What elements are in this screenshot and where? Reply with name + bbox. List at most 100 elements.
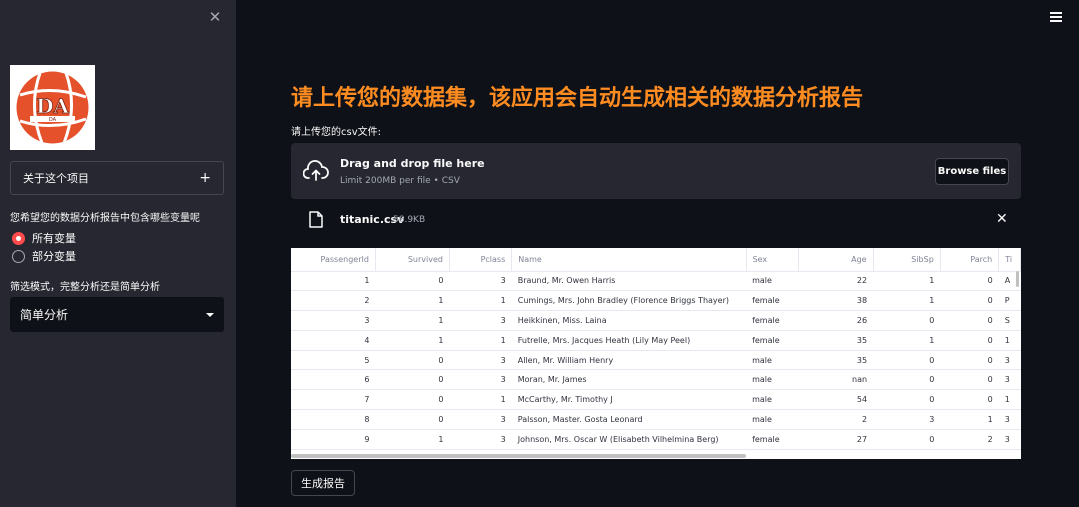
table-cell[interactable]: 0 [375,271,450,292]
table-cell[interactable]: 1 [449,290,512,312]
table-cell[interactable]: 0 [940,350,999,371]
table-cell[interactable]: 7 [291,389,376,411]
menu-icon[interactable] [1050,12,1062,22]
table-cell[interactable]: 35 [798,350,874,371]
column-header[interactable]: Age [798,248,874,272]
table-cell[interactable]: nan [798,369,874,391]
table-cell[interactable]: 3 [998,369,1021,391]
table-cell[interactable]: 3 [449,409,512,430]
table-cell[interactable]: 1 [291,271,376,292]
table-cell[interactable]: male [746,271,799,292]
dataframe-table[interactable]: PassengerId Survived Pclass Name Sex Age SibSp… [291,248,1021,459]
table-cell[interactable]: 3 [449,271,512,292]
table-cell[interactable]: female [746,310,799,331]
table-cell[interactable]: 3 [449,369,512,391]
column-header[interactable]: SibSp [873,248,941,272]
table-cell[interactable]: Johnson, Mrs. Oscar W (Elisabeth Vilhelm… [511,429,747,450]
browse-files-button[interactable]: Browse files [935,158,1009,185]
column-header[interactable]: PassengerId [291,248,376,272]
table-cell[interactable]: 54 [798,389,874,411]
table-cell[interactable]: 3 [291,310,376,331]
table-cell[interactable]: 5 [291,350,376,371]
table-cell[interactable]: 1 [998,330,1021,351]
table-cell[interactable]: 0 [940,369,999,391]
table-cell[interactable]: 3 [998,350,1021,371]
table-cell[interactable]: 26 [798,310,874,331]
table-cell[interactable]: Allen, Mr. William Henry [511,350,747,371]
table-cell[interactable]: female [746,290,799,312]
table-cell[interactable]: 1 [449,389,512,411]
generate-report-button[interactable]: 生成报告 [291,470,355,496]
table-cell[interactable]: 3 [449,310,512,331]
table-cell[interactable]: 0 [873,310,941,331]
table-cell[interactable]: male [746,350,799,371]
table-cell[interactable]: 38 [798,290,874,312]
table-cell[interactable]: 35 [798,330,874,351]
remove-file-icon[interactable]: ✕ [996,211,1008,227]
table-cell[interactable]: 4 [291,330,376,351]
table-cell[interactable]: 3 [449,429,512,450]
radio-partial-variables[interactable]: 部分变量 [12,248,76,264]
column-header[interactable]: Survived [375,248,450,272]
table-cell[interactable]: 0 [375,350,450,371]
table-cell[interactable]: 1 [873,290,941,312]
table-cell[interactable]: 3 [873,409,941,430]
table-cell[interactable]: female [746,429,799,450]
table-cell[interactable]: 0 [873,350,941,371]
table-cell[interactable]: 1 [375,310,450,331]
table-cell[interactable]: 0 [940,310,999,331]
table-cell[interactable]: Futrelle, Mrs. Jacques Heath (Lily May P… [511,330,747,351]
table-cell[interactable]: 3 [998,429,1021,450]
table-cell[interactable]: 1 [873,330,941,351]
column-header[interactable]: Sex [746,248,799,272]
table-cell[interactable]: 27 [798,429,874,450]
table-cell[interactable]: 0 [940,389,999,411]
table-cell[interactable]: 2 [940,429,999,450]
table-cell[interactable]: 0 [375,369,450,391]
table-cell[interactable]: 1 [998,389,1021,411]
table-cell[interactable]: 6 [291,369,376,391]
table-cell[interactable]: 9 [291,429,376,450]
table-cell[interactable]: 0 [873,369,941,391]
table-cell[interactable]: 0 [940,271,999,292]
about-project-expander[interactable]: 关于这个项目 + [10,161,224,195]
table-cell[interactable]: female [746,330,799,351]
table-cell[interactable]: 1 [940,409,999,430]
table-cell[interactable]: 0 [375,409,450,430]
table-cell[interactable]: male [746,409,799,430]
table-cell[interactable]: 1 [873,271,941,292]
table-cell[interactable]: Moran, Mr. James [511,369,747,391]
table-cell[interactable]: 22 [798,271,874,292]
table-cell[interactable]: 2 [798,409,874,430]
table-cell[interactable]: McCarthy, Mr. Timothy J [511,389,747,411]
table-cell[interactable]: 0 [873,389,941,411]
horizontal-scrollbar[interactable] [291,454,746,458]
table-cell[interactable]: 0 [375,389,450,411]
table-cell[interactable]: Heikkinen, Miss. Laina [511,310,747,331]
table-cell[interactable]: 1 [449,330,512,351]
table-cell[interactable]: 3 [998,409,1021,430]
table-cell[interactable]: 8 [291,409,376,430]
table-cell[interactable]: S [998,310,1021,331]
table-cell[interactable]: male [746,369,799,391]
table-cell[interactable]: 0 [940,290,999,312]
column-header[interactable]: Pclass [449,248,513,272]
column-header[interactable]: Parch [940,248,1000,272]
table-cell[interactable]: 1 [375,429,450,450]
column-header[interactable]: Name [511,248,747,272]
close-sidebar-icon[interactable]: ✕ [206,8,224,26]
table-cell[interactable]: Cumings, Mrs. John Bradley (Florence Bri… [511,290,747,312]
table-cell[interactable]: 2 [291,290,376,312]
table-cell[interactable]: Palsson, Master. Gosta Leonard [511,409,747,430]
table-cell[interactable]: P [998,290,1021,312]
table-cell[interactable]: male [746,389,799,411]
table-cell[interactable]: Braund, Mr. Owen Harris [511,271,747,292]
table-cell[interactable]: 3 [449,350,512,371]
table-cell[interactable]: 0 [873,429,941,450]
vertical-scrollbar[interactable] [1016,271,1019,287]
table-cell[interactable]: 1 [375,330,450,351]
mode-select[interactable]: 简单分析 [10,297,224,332]
table-cell[interactable]: 0 [940,330,999,351]
file-dropzone[interactable]: Drag and drop file here Limit 200MB per … [291,143,1021,199]
radio-all-variables[interactable]: 所有变量 [12,230,76,246]
